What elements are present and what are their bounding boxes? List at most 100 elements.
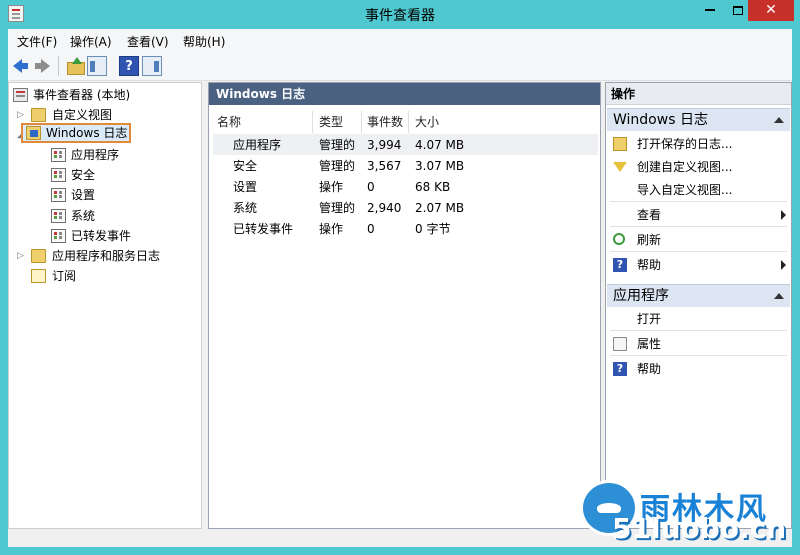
cell-size: 2.07 MB — [415, 201, 465, 215]
tree-item-label: 应用程序和服务日志 — [52, 249, 161, 263]
tree-item-label: 订阅 — [52, 269, 77, 283]
action-label: 刷新 — [637, 233, 662, 247]
actions-pane: 操作 Windows 日志 打开保存的日志... 创建自定义视图... 导入自定… — [605, 82, 792, 529]
tree-item-label: 安全 — [71, 168, 96, 182]
divider — [610, 330, 787, 331]
help-icon[interactable]: ? — [119, 56, 139, 76]
tree-item-label: Windows 日志 — [46, 126, 128, 140]
toolbar-separator — [58, 56, 59, 76]
collapse-triangle-icon[interactable] — [774, 293, 784, 299]
table-row[interactable]: 安全 管理的 3,567 3.07 MB — [213, 155, 598, 176]
log-icon — [51, 148, 66, 162]
collapse-triangle-icon[interactable] — [774, 117, 784, 123]
action-label: 查看 — [637, 208, 662, 222]
expand-arrow-icon[interactable]: ▷ — [17, 106, 27, 124]
event-viewer-window: 事件查看器 ✕ 文件(F) 操作(A) 查看(V) 帮助(H) ? 事件查看器 … — [0, 0, 800, 555]
client-area: 文件(F) 操作(A) 查看(V) 帮助(H) ? 事件查看器 (本地) ▷ 自… — [8, 29, 792, 547]
title-bar[interactable]: 事件查看器 ✕ — [0, 0, 800, 28]
action-help-2[interactable]: ? 帮助 — [607, 358, 790, 380]
section-title: Windows 日志 — [613, 112, 708, 128]
action-refresh[interactable]: 刷新 — [607, 229, 790, 251]
up-folder-icon[interactable] — [65, 56, 85, 76]
action-label: 属性 — [637, 337, 662, 351]
cell-name: 已转发事件 — [233, 222, 294, 236]
cell-count: 0 — [367, 180, 375, 194]
cell-name: 设置 — [233, 180, 258, 194]
log-icon — [51, 188, 66, 202]
actions-header: 操作 — [606, 83, 791, 105]
action-label: 打开 — [637, 312, 662, 326]
folder-icon — [31, 108, 46, 122]
action-view[interactable]: 查看 — [607, 204, 790, 226]
log-icon — [51, 209, 66, 223]
tree-item-label: 自定义视图 — [52, 108, 113, 122]
column-separator[interactable] — [361, 111, 362, 133]
navigation-tree: 事件查看器 (本地) ▷ 自定义视图 ◢ Windows 日志 应用程序 安全 — [8, 82, 202, 529]
tree-item-windows-logs-selected[interactable]: Windows 日志 — [21, 123, 132, 143]
column-separator[interactable] — [312, 111, 313, 133]
pane-title: Windows 日志 — [209, 83, 600, 105]
minimize-button[interactable] — [696, 0, 724, 21]
action-import-custom-view[interactable]: 导入自定义视图... — [607, 179, 790, 201]
tree-item-label: 已转发事件 — [71, 229, 132, 243]
table-row[interactable]: 系统 管理的 2,940 2.07 MB — [213, 197, 598, 218]
table-row[interactable]: 设置 操作 0 68 KB — [213, 176, 598, 197]
maximize-icon — [733, 5, 743, 15]
action-create-custom-view[interactable]: 创建自定义视图... — [607, 156, 790, 178]
column-header-count[interactable]: 事件数 — [367, 113, 403, 131]
table-row[interactable]: 应用程序 管理的 3,994 4.07 MB — [213, 134, 598, 155]
cell-count: 3,567 — [367, 159, 402, 173]
menu-action[interactable]: 操作(A) — [70, 33, 112, 50]
cell-type: 管理的 — [319, 138, 356, 152]
forward-arrow-icon[interactable] — [32, 56, 52, 76]
logs-list-pane: Windows 日志 名称 类型 事件数 大小 应用程序 管理的 3,994 4… — [208, 82, 601, 529]
cell-size: 4.07 MB — [415, 138, 465, 152]
cell-count: 3,994 — [367, 138, 402, 152]
window-title: 事件查看器 — [365, 8, 435, 24]
tree-item-label: 应用程序 — [71, 148, 120, 162]
log-icon — [51, 229, 66, 243]
action-label: 创建自定义视图... — [637, 160, 733, 174]
tree-item-label: 设置 — [71, 188, 96, 202]
menu-view[interactable]: 查看(V) — [127, 33, 169, 50]
submenu-arrow-icon — [781, 260, 786, 270]
close-button[interactable]: ✕ — [748, 0, 794, 21]
action-open-saved-log[interactable]: 打开保存的日志... — [607, 133, 790, 155]
menu-file[interactable]: 文件(F) — [17, 33, 57, 50]
expand-arrow-icon[interactable]: ▷ — [17, 247, 27, 265]
tree-item-custom-views[interactable]: ▷ 自定义视图 — [17, 106, 187, 124]
action-open[interactable]: 打开 — [607, 308, 790, 330]
minimize-icon — [705, 9, 715, 11]
table-row[interactable]: 已转发事件 操作 0 0 字节 — [213, 218, 598, 239]
cell-size: 0 字节 — [415, 222, 451, 236]
log-icon — [51, 168, 66, 182]
menu-help[interactable]: 帮助(H) — [183, 33, 225, 50]
folder-icon — [31, 249, 46, 263]
show-hide-tree-icon[interactable] — [87, 56, 107, 76]
cell-size: 3.07 MB — [415, 159, 465, 173]
column-header-type[interactable]: 类型 — [319, 113, 343, 131]
tree-item-app-service-logs[interactable]: ▷ 应用程序和服务日志 — [17, 247, 197, 265]
column-separator[interactable] — [408, 111, 409, 133]
windows-logs-icon — [26, 126, 41, 140]
subscriptions-icon — [31, 269, 46, 283]
cell-type: 管理的 — [319, 201, 356, 215]
actions-section-application[interactable]: 应用程序 — [607, 284, 790, 307]
toolbar: ? — [8, 51, 792, 81]
show-hide-action-pane-icon[interactable] — [142, 56, 162, 76]
open-folder-icon — [613, 137, 627, 151]
help-icon: ? — [613, 362, 627, 376]
column-header-size[interactable]: 大小 — [415, 113, 439, 131]
cell-size: 68 KB — [415, 180, 451, 194]
back-arrow-icon[interactable] — [11, 56, 31, 76]
divider — [610, 226, 787, 227]
cell-count: 2,940 — [367, 201, 402, 215]
action-properties[interactable]: 属性 — [607, 333, 790, 355]
help-icon: ? — [613, 258, 627, 272]
action-help[interactable]: ? 帮助 — [607, 254, 790, 276]
actions-section-windows-logs[interactable]: Windows 日志 — [607, 108, 790, 131]
action-label: 帮助 — [637, 258, 662, 272]
column-header-name[interactable]: 名称 — [217, 113, 241, 131]
cell-count: 0 — [367, 222, 375, 236]
submenu-arrow-icon — [781, 210, 786, 220]
